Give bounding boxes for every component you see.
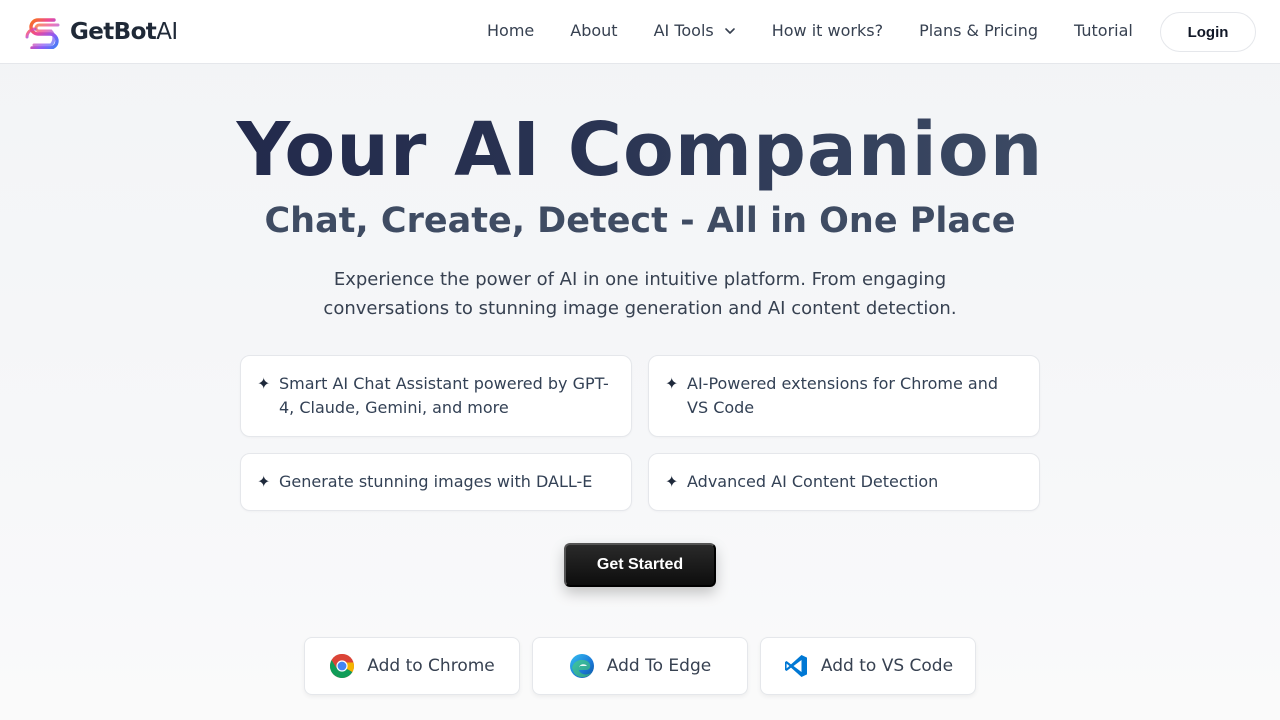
sparkle-icon: ✦ [257,374,271,393]
add-to-edge-button[interactable]: Add To Edge [532,637,748,695]
chrome-icon [330,653,355,679]
add-to-vscode-label: Add to VS Code [820,656,954,676]
nav-link-how-it-works[interactable]: How it works? [772,21,883,40]
nav-link-about[interactable]: About [570,21,617,40]
nav-link-ai-tools[interactable]: AI Tools [654,21,736,40]
hero-subtitle: Chat, Create, Detect - All in One Place [264,201,1016,241]
login-button[interactable]: Login [1160,12,1256,52]
sparkle-icon: ✦ [257,472,271,491]
nav-link-tutorial[interactable]: Tutorial [1074,21,1133,40]
feature-text: Advanced AI Content Detection [687,472,939,491]
feature-text: AI-Powered extensions for Chrome and VS … [687,374,998,417]
feature-card-images: ✦ Generate stunning images with DALL-E [240,453,632,511]
nav-link-ai-tools-label: AI Tools [653,21,714,40]
feature-text: Smart AI Chat Assistant powered by GPT-4… [279,374,609,417]
getbot-logo-icon [25,18,60,49]
get-started-button[interactable]: Get Started [564,543,716,587]
feature-card-detection: ✦ Advanced AI Content Detection [648,453,1040,511]
hero-title: Your AI Companion [0,108,1280,192]
hero-description: Experience the power of AI in one intuit… [323,269,957,319]
feature-text: Generate stunning images with DALL-E [279,472,593,491]
add-to-vscode-button[interactable]: Add to VS Code [760,637,976,695]
add-to-chrome-label: Add to Chrome [367,656,495,676]
sparkle-icon: ✦ [665,374,679,393]
edge-icon [569,654,594,678]
add-to-chrome-button[interactable]: Add to Chrome [304,637,520,695]
top-navbar: GetBotAI Home About AI Tools How it work… [0,0,1280,64]
brand-name: GetBotAI [70,19,178,45]
brand-logo[interactable]: GetBotAI [24,14,178,50]
chevron-down-icon [724,27,735,34]
nav-link-plans-pricing[interactable]: Plans & Pricing [919,21,1038,40]
add-to-edge-label: Add To Edge [606,656,712,676]
sparkle-icon: ✦ [665,472,679,491]
nav-link-home[interactable]: Home [487,21,534,40]
vscode-icon [784,655,807,677]
nav-links: Home About AI Tools How it works? Plans … [487,21,1169,40]
feature-card-chat: ✦ Smart AI Chat Assistant powered by GPT… [240,355,632,437]
feature-card-extensions: ✦ AI-Powered extensions for Chrome and V… [648,355,1040,437]
